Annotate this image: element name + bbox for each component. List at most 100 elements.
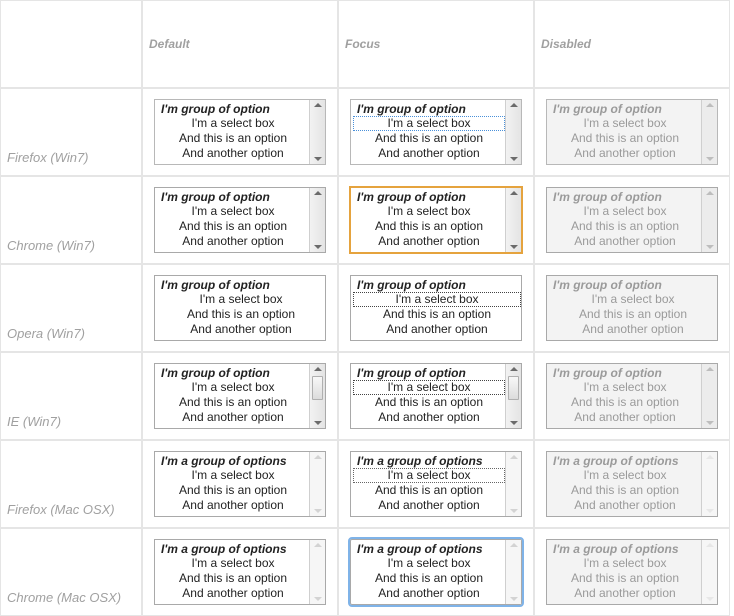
scroll-up-icon[interactable]	[314, 191, 322, 195]
scrollbar[interactable]	[309, 452, 325, 516]
scrollbar[interactable]	[309, 540, 325, 604]
select-box[interactable]: I'm group of option I'm a select box And…	[154, 187, 326, 253]
option[interactable]: And this is an option	[353, 307, 521, 322]
scroll-down-icon[interactable]	[510, 421, 518, 425]
scroll-down-icon[interactable]	[314, 421, 322, 425]
optgroup-label: I'm group of option	[549, 102, 701, 116]
select-box[interactable]: I'm group of option I'm a select box And…	[154, 363, 326, 429]
scroll-up-icon	[706, 455, 714, 459]
scroll-thumb[interactable]	[312, 376, 323, 400]
select-box[interactable]: I'm group of option I'm a select box And…	[350, 275, 522, 341]
select-box[interactable]: I'm group of option I'm a select box And…	[350, 363, 522, 429]
select-box[interactable]: I'm group of option I'm a select box And…	[154, 275, 326, 341]
option[interactable]: And another option	[157, 322, 325, 337]
option[interactable]: I'm a select box	[157, 556, 309, 571]
option[interactable]: I'm a select box	[353, 204, 505, 219]
option[interactable]: I'm a select box	[353, 380, 505, 395]
option[interactable]: I'm a select box	[353, 292, 521, 307]
option[interactable]: And another option	[353, 322, 521, 337]
option[interactable]: And this is an option	[353, 571, 505, 586]
option[interactable]: And another option	[157, 146, 309, 161]
optgroup-label: I'm a group of options	[157, 542, 309, 556]
select-box[interactable]: I'm a group of options I'm a select box …	[154, 451, 326, 517]
scroll-up-icon	[706, 103, 714, 107]
option: I'm a select box	[549, 292, 717, 307]
scrollbar	[701, 188, 717, 252]
chrome-win7-disabled: I'm group of option I'm a select box And…	[534, 176, 730, 264]
option[interactable]: I'm a select box	[353, 116, 505, 131]
option[interactable]: And another option	[353, 410, 505, 425]
ie-win7-default: I'm group of option I'm a select box And…	[142, 352, 338, 440]
scrollbar[interactable]	[309, 364, 325, 428]
option: And another option	[549, 498, 701, 513]
scroll-down-icon[interactable]	[314, 157, 322, 161]
scroll-down-icon[interactable]	[510, 157, 518, 161]
option[interactable]: I'm a select box	[353, 468, 505, 483]
corner-header	[0, 0, 142, 88]
option[interactable]: And another option	[157, 498, 309, 513]
option[interactable]: And this is an option	[157, 395, 309, 410]
option[interactable]: I'm a select box	[157, 380, 309, 395]
select-box[interactable]: I'm group of option I'm a select box And…	[350, 187, 522, 253]
option[interactable]: I'm a select box	[157, 468, 309, 483]
scroll-up-icon[interactable]	[314, 543, 322, 547]
scrollbar[interactable]	[505, 452, 521, 516]
select-box[interactable]: I'm group of option I'm a select box And…	[154, 99, 326, 165]
option[interactable]: And this is an option	[157, 131, 309, 146]
option[interactable]: And this is an option	[157, 483, 309, 498]
option[interactable]: And another option	[353, 234, 505, 249]
firefox-mac-disabled: I'm a group of options I'm a select box …	[534, 440, 730, 528]
select-box: I'm group of option I'm a select box And…	[546, 363, 718, 429]
option[interactable]: And another option	[353, 146, 505, 161]
scrollbar[interactable]	[505, 364, 521, 428]
option[interactable]: And this is an option	[353, 219, 505, 234]
scroll-down-icon[interactable]	[510, 597, 518, 601]
option[interactable]: And this is an option	[353, 131, 505, 146]
select-box[interactable]: I'm a group of options I'm a select box …	[350, 451, 522, 517]
select-box[interactable]: I'm a group of options I'm a select box …	[154, 539, 326, 605]
scroll-down-icon[interactable]	[510, 509, 518, 513]
optgroup-label: I'm group of option	[157, 190, 309, 204]
option[interactable]: I'm a select box	[157, 116, 309, 131]
option[interactable]: And this is an option	[157, 571, 309, 586]
option: And another option	[549, 146, 701, 161]
scroll-down-icon[interactable]	[510, 245, 518, 249]
scrollbar[interactable]	[505, 188, 521, 252]
scroll-thumb[interactable]	[508, 376, 519, 400]
option[interactable]: And another option	[353, 586, 505, 601]
option[interactable]: And this is an option	[157, 219, 309, 234]
col-header-default: Default	[142, 0, 338, 88]
scroll-up-icon[interactable]	[510, 367, 518, 371]
select-box[interactable]: I'm a group of options I'm a select box …	[350, 539, 522, 605]
firefox-win7-default: I'm group of option I'm a select box And…	[142, 88, 338, 176]
scroll-down-icon[interactable]	[314, 597, 322, 601]
comparison-table: Default Focus Disabled Firefox (Win7) I'…	[0, 0, 734, 616]
scroll-up-icon[interactable]	[510, 543, 518, 547]
option[interactable]: I'm a select box	[353, 556, 505, 571]
option[interactable]: And another option	[353, 498, 505, 513]
select-box: I'm group of option I'm a select box And…	[546, 187, 718, 253]
scrollbar[interactable]	[505, 540, 521, 604]
row-label-chrome-win7: Chrome (Win7)	[0, 176, 142, 264]
option[interactable]: And this is an option	[353, 483, 505, 498]
scroll-up-icon[interactable]	[314, 367, 322, 371]
scroll-down-icon[interactable]	[314, 245, 322, 249]
scroll-up-icon[interactable]	[314, 455, 322, 459]
scroll-up-icon[interactable]	[510, 103, 518, 107]
scroll-down-icon[interactable]	[314, 509, 322, 513]
scroll-up-icon[interactable]	[510, 455, 518, 459]
scroll-up-icon[interactable]	[510, 191, 518, 195]
option[interactable]: And this is an option	[353, 395, 505, 410]
option[interactable]: And this is an option	[157, 307, 325, 322]
option[interactable]: I'm a select box	[157, 204, 309, 219]
option[interactable]: And another option	[157, 586, 309, 601]
option[interactable]: And another option	[157, 234, 309, 249]
scrollbar[interactable]	[505, 100, 521, 164]
select-box[interactable]: I'm group of option I'm a select box And…	[350, 99, 522, 165]
optgroup-label: I'm group of option	[353, 278, 521, 292]
scrollbar[interactable]	[309, 188, 325, 252]
option[interactable]: And another option	[157, 410, 309, 425]
scrollbar[interactable]	[309, 100, 325, 164]
option[interactable]: I'm a select box	[157, 292, 325, 307]
scroll-up-icon[interactable]	[314, 103, 322, 107]
